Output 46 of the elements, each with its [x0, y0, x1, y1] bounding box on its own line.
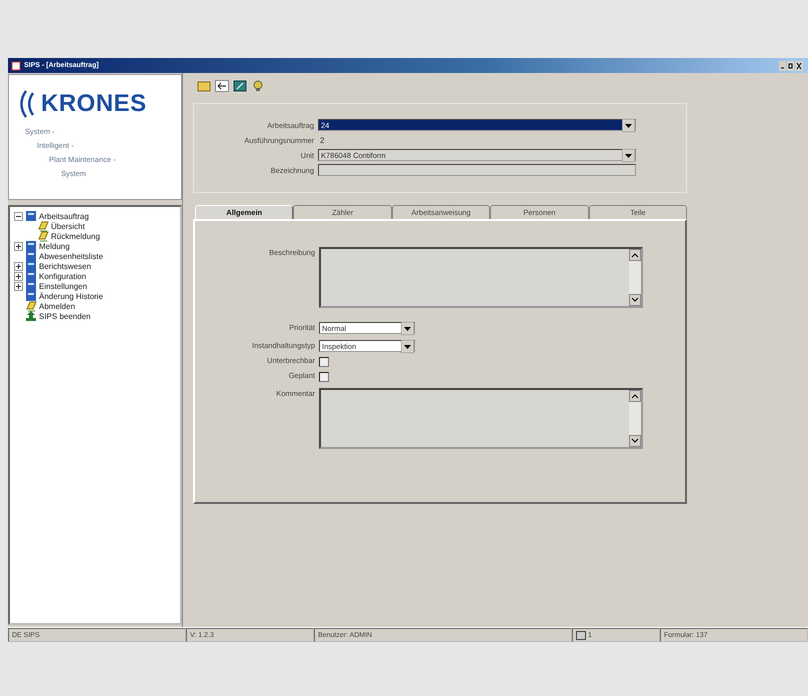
checkbox[interactable] [319, 357, 329, 367]
app-icon [11, 60, 21, 70]
bulb-icon[interactable] [251, 80, 265, 92]
book-icon [25, 270, 37, 282]
expand-icon[interactable] [14, 282, 23, 290]
dropdown-arrow-icon[interactable] [622, 148, 635, 162]
scrollbar-icon[interactable] [629, 249, 641, 306]
document-icon [37, 230, 49, 242]
book-icon [25, 210, 37, 222]
book-icon [25, 240, 37, 252]
collapse-icon[interactable] [14, 212, 23, 220]
checkbox[interactable] [319, 372, 329, 382]
tree-item[interactable]: Abmelden [39, 302, 76, 310]
tree-item[interactable]: Rückmeldung [51, 232, 100, 240]
expand-icon[interactable] [14, 262, 23, 270]
expand-icon[interactable] [14, 272, 23, 280]
input-field[interactable] [318, 164, 636, 176]
dropdown-arrow-icon[interactable] [401, 322, 414, 334]
back-arrow-icon[interactable] [215, 80, 229, 92]
book-icon [25, 280, 37, 292]
scrollbar-icon[interactable] [629, 390, 641, 447]
book-icon [25, 290, 37, 302]
tree-item[interactable]: Übersicht [51, 222, 85, 230]
tree-item[interactable]: Berichtswesen [39, 262, 92, 270]
chart-icon[interactable] [233, 80, 247, 92]
tree-item[interactable]: Änderung Historie [39, 292, 104, 300]
dropdown-arrow-icon[interactable] [622, 118, 635, 132]
tree-item[interactable]: Einstellungen [39, 282, 88, 290]
tree-item[interactable]: Konfiguration [39, 272, 86, 280]
book-icon [25, 260, 37, 272]
computer-icon [576, 630, 586, 640]
text-area[interactable] [319, 388, 643, 449]
tree-item[interactable]: Arbeitsauftrag [39, 212, 89, 220]
tree-item[interactable]: SIPS beenden [39, 312, 91, 320]
text-area[interactable] [319, 247, 643, 308]
expand-icon[interactable] [14, 242, 23, 250]
document-icon [37, 220, 49, 232]
book-icon [25, 250, 37, 262]
document-icon [25, 300, 37, 312]
logo-text: KRONES [41, 90, 147, 118]
field-value: 2 [319, 136, 324, 144]
tree-item[interactable]: Abwesenheitsliste [39, 252, 104, 260]
window-controls-icon[interactable] [779, 60, 803, 70]
dropdown-arrow-icon[interactable] [401, 340, 414, 352]
tree-item[interactable]: Meldung [39, 242, 70, 250]
tree-exit-icon [25, 310, 37, 322]
